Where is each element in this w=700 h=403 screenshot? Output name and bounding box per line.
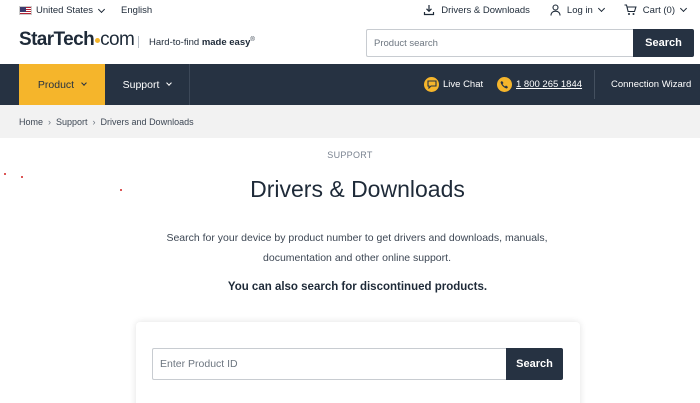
tagline-bold: made easy	[201, 37, 251, 49]
stray-dot	[4, 173, 6, 175]
section-eyebrow: SUPPORT	[327, 150, 373, 160]
tagline-regular: Hard-to-find	[149, 37, 200, 49]
site-header: StarTechcom Hard-to-find made easy® Sear…	[0, 24, 700, 64]
live-chat-label: Live Chat	[443, 79, 484, 90]
us-flag-icon	[19, 6, 32, 15]
chevron-down-icon	[166, 80, 173, 86]
product-search-button[interactable]: Search	[633, 29, 694, 57]
phone-link[interactable]: 1 800 265 1844	[497, 77, 582, 92]
locale-selector[interactable]: United States English	[19, 5, 152, 16]
country-label[interactable]: United States	[36, 5, 93, 16]
startech-logo[interactable]: StarTech com	[19, 29, 135, 51]
chevron-down-icon	[81, 80, 87, 86]
breadcrumb-current: Drivers and Downloads	[100, 116, 194, 127]
cart-icon	[624, 4, 637, 15]
logo-dot	[94, 38, 100, 43]
user-icon	[550, 4, 561, 16]
logo-text-end: com	[100, 29, 135, 50]
page-title: Drivers & Downloads	[250, 176, 465, 202]
product-id-search-button[interactable]: Search	[506, 348, 563, 380]
chat-icon	[424, 77, 439, 92]
tagline-mark: ®	[250, 37, 255, 43]
cart-label: Cart (0)	[642, 4, 675, 16]
nav-support-menu[interactable]: Support	[105, 64, 190, 105]
chevron-down-icon	[679, 4, 688, 13]
product-search: Search	[366, 29, 694, 57]
chevron-down-icon	[597, 4, 605, 13]
drivers-downloads-link[interactable]: Drivers & Downloads	[423, 4, 530, 16]
discontinued-products-link[interactable]: You can also search for discontinued pro…	[0, 281, 700, 293]
tagline: Hard-to-find made easy®	[149, 37, 255, 48]
nav-product-label: Product	[37, 78, 75, 91]
breadcrumb-home[interactable]: Home	[19, 117, 43, 127]
login-link[interactable]: Log in	[550, 4, 605, 16]
product-search-input[interactable]	[366, 29, 633, 57]
language-label[interactable]: English	[121, 5, 152, 16]
phone-icon	[497, 77, 512, 92]
product-id-search-card: Search	[136, 322, 580, 403]
description-line-1: Search for your device by product number…	[166, 232, 548, 244]
nav-support-label: Support	[122, 78, 160, 91]
download-icon	[424, 5, 435, 16]
phone-number: 1 800 265 1844	[516, 79, 583, 90]
chevron-down-icon	[98, 5, 106, 13]
nav-product-menu[interactable]: Product	[19, 64, 105, 105]
cart-link[interactable]: Cart (0)	[624, 4, 688, 16]
logo-divider	[138, 36, 139, 48]
utility-bar: United States English Drivers & Download…	[0, 0, 700, 24]
breadcrumb-separator-icon: ›	[92, 116, 96, 127]
logo-text-start: StarTech	[19, 29, 95, 50]
nav-divider	[594, 70, 595, 99]
main-nav: Product Support Live Chat 1 800 265 1844…	[0, 64, 700, 105]
product-id-input[interactable]	[152, 348, 506, 380]
breadcrumb-support[interactable]: Support	[56, 117, 88, 127]
description-line-2: documentation and other online support.	[263, 252, 451, 264]
breadcrumb-separator-icon: ›	[48, 116, 52, 127]
login-label: Log in	[566, 4, 593, 16]
drivers-downloads-label: Drivers & Downloads	[441, 4, 530, 16]
connection-wizard-link[interactable]: Connection Wizard	[611, 79, 691, 90]
page-description: Search for your device by product number…	[160, 228, 554, 268]
breadcrumb: Home › Support › Drivers and Downloads	[0, 105, 700, 138]
live-chat-link[interactable]: Live Chat	[424, 77, 483, 92]
